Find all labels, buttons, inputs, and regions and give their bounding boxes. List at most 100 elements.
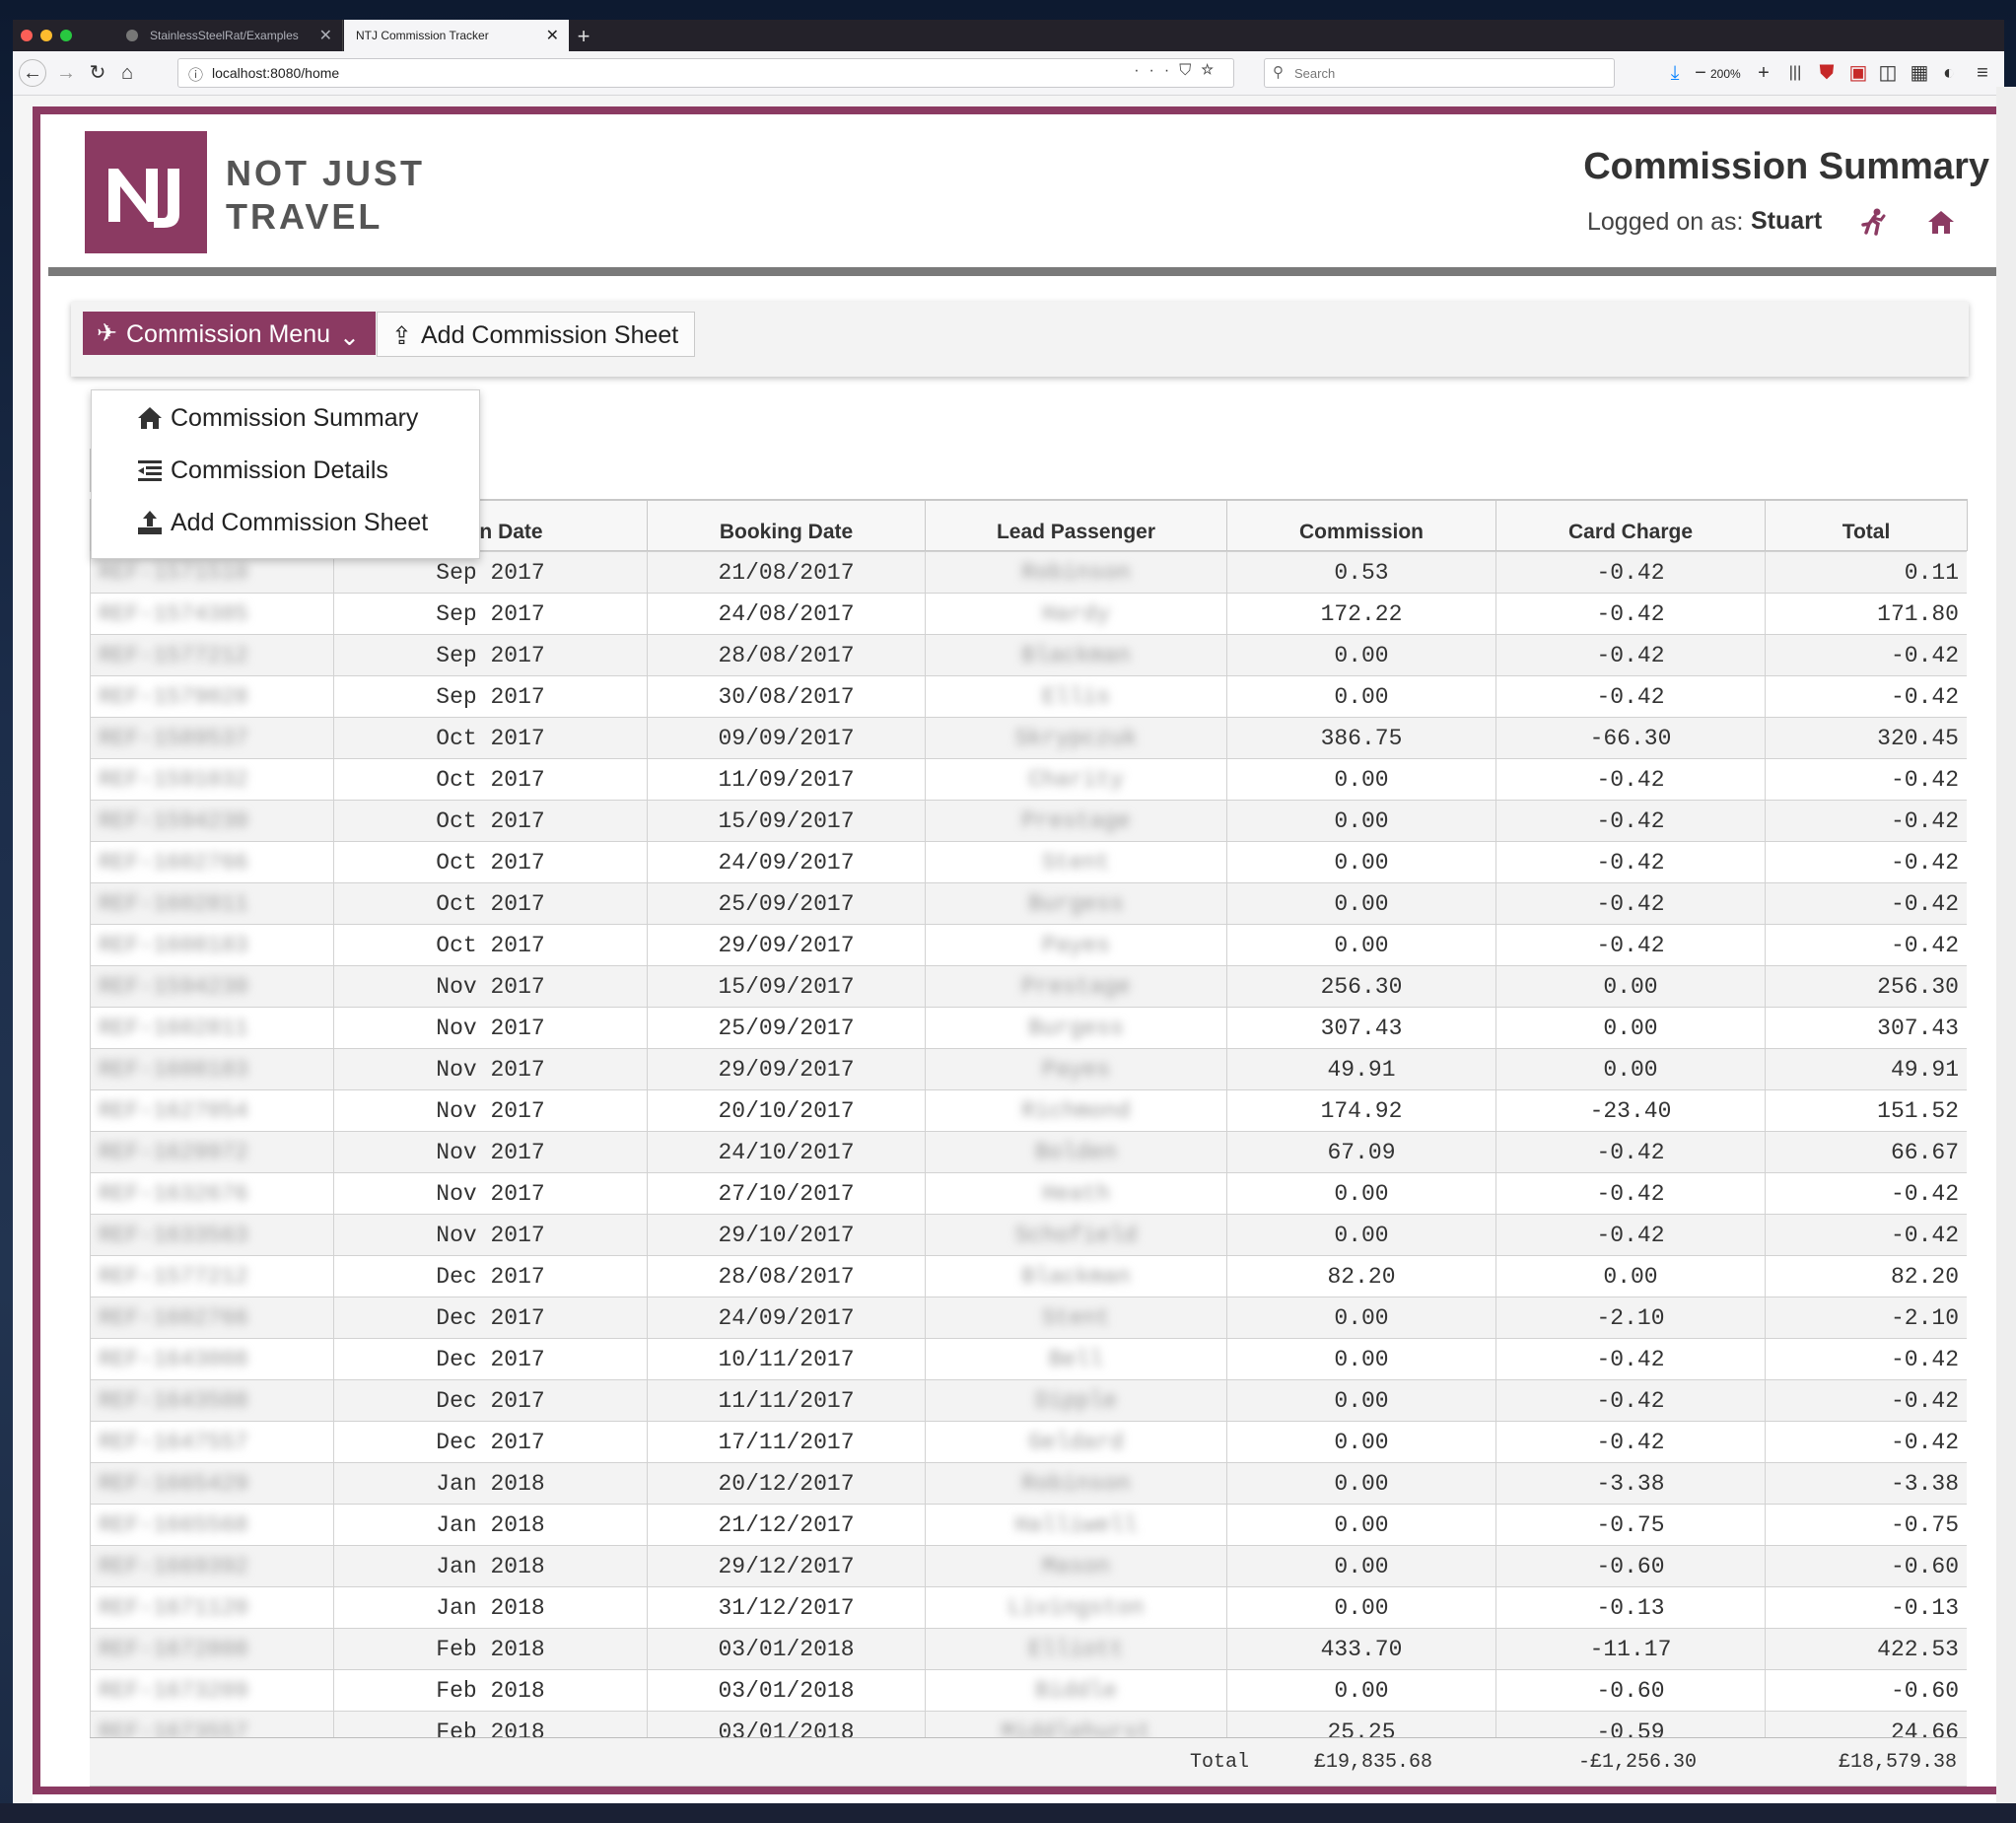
redacted-text: REF-1671120 <box>99 1594 248 1621</box>
redacted-text: Geldard <box>1028 1429 1124 1455</box>
redacted-text: Skrypczuk <box>1014 725 1138 751</box>
table-row[interactable]: REF-1643008 Dec 2017 10/11/2017 Bell 0.00 -0.… <box>90 1338 1967 1380</box>
table-row[interactable]: REF-1594230 Oct 2017 15/09/2017 Prestage 0.0… <box>90 800 1967 842</box>
booking-date-cell: 21/08/2017 <box>647 551 926 594</box>
table-row[interactable]: REF-1669392 Jan 2018 29/12/2017 Mason 0.00 -0… <box>90 1545 1967 1587</box>
commission-date-cell: Oct 2017 <box>333 841 648 883</box>
redacted-text: REF-1577212 <box>99 642 248 668</box>
table-row[interactable]: REF-1602811 Nov 2017 25/09/2017 Burgess 307.… <box>90 1007 1967 1049</box>
col-header-card-charge[interactable]: Card Charge <box>1495 499 1766 551</box>
redacted-text: REF-1665568 <box>99 1511 248 1538</box>
card-charge-cell: -3.38 <box>1495 1462 1766 1505</box>
table-row[interactable]: REF-1673209 Feb 2018 03/01/2018 Biddle 0.00-… <box>90 1669 1967 1712</box>
table-row[interactable]: REF-1589537 Oct 2017 09/09/2017 Skrypczuk 38… <box>90 717 1967 759</box>
page-actions-icon[interactable]: ···⛉☆ <box>1134 62 1223 80</box>
table-row[interactable]: REF-1672808 Feb 2018 03/01/2018 Elliott 433.… <box>90 1628 1967 1670</box>
ref-cell: REF-1602766 <box>90 1297 334 1339</box>
table-row[interactable]: REF-1643508 Dec 2017 11/11/2017 Dipple 0.00-… <box>90 1379 1967 1422</box>
col-header-total[interactable]: Total <box>1765 499 1968 551</box>
home-icon[interactable] <box>1927 209 1955 235</box>
card-charge-cell: -0.42 <box>1495 800 1766 842</box>
logout-runner-icon[interactable] <box>1858 207 1888 237</box>
lead-passenger-cell: Elliott <box>925 1628 1227 1670</box>
card-charge-cell: -66.30 <box>1495 717 1766 759</box>
new-tab-button[interactable]: + <box>569 24 598 49</box>
commission-menu-button[interactable]: ✈ Commission Menu ⌄ <box>83 312 376 355</box>
table-body-scroll[interactable]: REF-1571510 Sep 2017 21/08/2017 Robinson 0.5… <box>90 551 1967 1745</box>
table-row[interactable]: REF-1632676 Nov 2017 27/10/2017 Heath 0.00 -0… <box>90 1172 1967 1215</box>
commission-menu-label: Commission Menu <box>126 320 331 348</box>
back-button[interactable]: ← <box>19 59 46 87</box>
booking-date-cell: 09/09/2017 <box>647 717 926 759</box>
booking-date-cell: 31/12/2017 <box>647 1586 926 1629</box>
table-row[interactable]: REF-1602811 Oct 2017 25/09/2017 Burgess 0.00… <box>90 882 1967 925</box>
table-row[interactable]: REF-1633563 Nov 2017 29/10/2017 Schofield 0.… <box>90 1214 1967 1256</box>
page-scrollbar[interactable] <box>1996 87 2016 1803</box>
sidebar-icon[interactable]: ◫ <box>1874 59 1902 87</box>
table-row[interactable]: REF-1608183 Nov 2017 29/09/2017 Payes 49.91 0… <box>90 1048 1967 1090</box>
redacted-text: REF-1602811 <box>99 890 248 917</box>
redacted-text: Burgess <box>1028 1015 1124 1041</box>
download-icon[interactable]: ⤓ <box>1661 59 1689 87</box>
table-row[interactable]: REF-1577212 Sep 2017 28/08/2017 Blackman 0.0… <box>90 634 1967 676</box>
library-icon[interactable]: ||| <box>1781 59 1809 87</box>
app-frame: NOT JUST TRAVEL Commission Summary Logge… <box>33 106 2004 1794</box>
total-commission: £19,835.68 <box>1314 1751 1433 1774</box>
menu-item-label: Commission Details <box>171 456 388 484</box>
account-icon[interactable]: ◐ <box>1935 59 1963 87</box>
card-charge-cell: -0.75 <box>1495 1504 1766 1546</box>
minimize-window-button[interactable] <box>40 30 52 41</box>
search-input[interactable]: ⚲ Search <box>1264 58 1615 88</box>
total-cell: 422.53 <box>1765 1628 1967 1670</box>
zoom-level[interactable]: 200% <box>1710 67 1741 81</box>
info-icon[interactable]: ⓘ <box>188 64 203 85</box>
table-row[interactable]: REF-1591032 Oct 2017 11/09/2017 Charity 0.00… <box>90 758 1967 801</box>
ublock-icon[interactable]: ⛊ <box>1813 59 1841 87</box>
reload-button[interactable]: ↻ <box>84 59 111 87</box>
commission-date-cell: Feb 2018 <box>333 1628 648 1670</box>
tab-commission-tracker[interactable]: NTJ Commission Tracker ✕ <box>344 20 569 51</box>
col-header-booking-date[interactable]: Booking Date <box>647 499 926 551</box>
close-window-button[interactable] <box>21 30 33 41</box>
upload-icon: ⇪ <box>391 322 412 350</box>
table-row[interactable]: REF-1594230 Nov 2017 15/09/2017 Prestage 256… <box>90 965 1967 1008</box>
commission-cell: 0.00 <box>1226 1504 1496 1546</box>
commission-date-cell: Jan 2018 <box>333 1462 648 1505</box>
commission-date-cell: Sep 2017 <box>333 593 648 635</box>
lead-passenger-cell: Prestage <box>925 800 1227 842</box>
table-row[interactable]: REF-1608183 Oct 2017 29/09/2017 Payes 0.00 -0… <box>90 924 1967 966</box>
extension-badge-icon[interactable]: ▣ <box>1844 59 1872 87</box>
table-row[interactable]: REF-1574385 Sep 2017 24/08/2017 Hardy 172.22… <box>90 593 1967 635</box>
menu-icon[interactable]: ≡ <box>1969 59 1996 87</box>
commission-cell: 0.53 <box>1226 551 1496 594</box>
zoom-window-button[interactable] <box>60 30 72 41</box>
redacted-text: Bell <box>1048 1346 1104 1372</box>
url-bar[interactable]: ⓘ localhost:8080/home ···⛉☆ <box>177 58 1234 88</box>
forward-button[interactable]: → <box>52 59 80 87</box>
table-row[interactable]: REF-1627054 Nov 2017 20/10/2017 Richmond 174… <box>90 1089 1967 1132</box>
zoom-in-button[interactable]: + <box>1750 59 1777 87</box>
close-icon[interactable]: ✕ <box>546 26 559 45</box>
table-row[interactable]: REF-1602766 Dec 2017 24/09/2017 Stent 0.00 -2… <box>90 1297 1967 1339</box>
col-header-commission[interactable]: Commission <box>1226 499 1496 551</box>
total-cell: -0.42 <box>1765 758 1967 801</box>
commission-date-cell: Nov 2017 <box>333 1089 648 1132</box>
redacted-text: REF-1608183 <box>99 1056 248 1083</box>
table-row[interactable]: REF-1671120 Jan 2018 31/12/2017 Livingston 0… <box>90 1586 1967 1629</box>
home-button[interactable]: ⌂ <box>113 59 141 87</box>
add-commission-sheet-button[interactable]: ⇪ Add Commission Sheet <box>377 312 695 357</box>
table-row[interactable]: REF-1577212 Dec 2017 28/08/2017 Blackman 82.… <box>90 1255 1967 1297</box>
table-row[interactable]: REF-1647557 Dec 2017 17/11/2017 Geldard 0.00… <box>90 1421 1967 1463</box>
col-header-lead-passenger[interactable]: Lead Passenger <box>925 499 1227 551</box>
table-row[interactable]: REF-1665568 Jan 2018 21/12/2017 Halliwell 0.… <box>90 1504 1967 1546</box>
table-row[interactable]: REF-1602766 Oct 2017 24/09/2017 Stent 0.00 -0… <box>90 841 1967 883</box>
table-row[interactable]: REF-1665429 Jan 2018 20/12/2017 Robinson 0.0… <box>90 1462 1967 1505</box>
table-row[interactable]: REF-1629972 Nov 2017 24/10/2017 Bolden 67.09… <box>90 1131 1967 1173</box>
table-row[interactable]: REF-1579028 Sep 2017 30/08/2017 Ellis 0.00 -0… <box>90 675 1967 718</box>
commission-cell: 0.00 <box>1226 1669 1496 1712</box>
close-icon[interactable]: ✕ <box>319 26 332 45</box>
booking-date-cell: 11/09/2017 <box>647 758 926 801</box>
tab-examples[interactable]: StainlessSteelRat/Examples ✕ <box>116 20 343 51</box>
apps-icon[interactable]: ▦ <box>1906 59 1933 87</box>
redacted-text: Hardy <box>1041 600 1110 627</box>
